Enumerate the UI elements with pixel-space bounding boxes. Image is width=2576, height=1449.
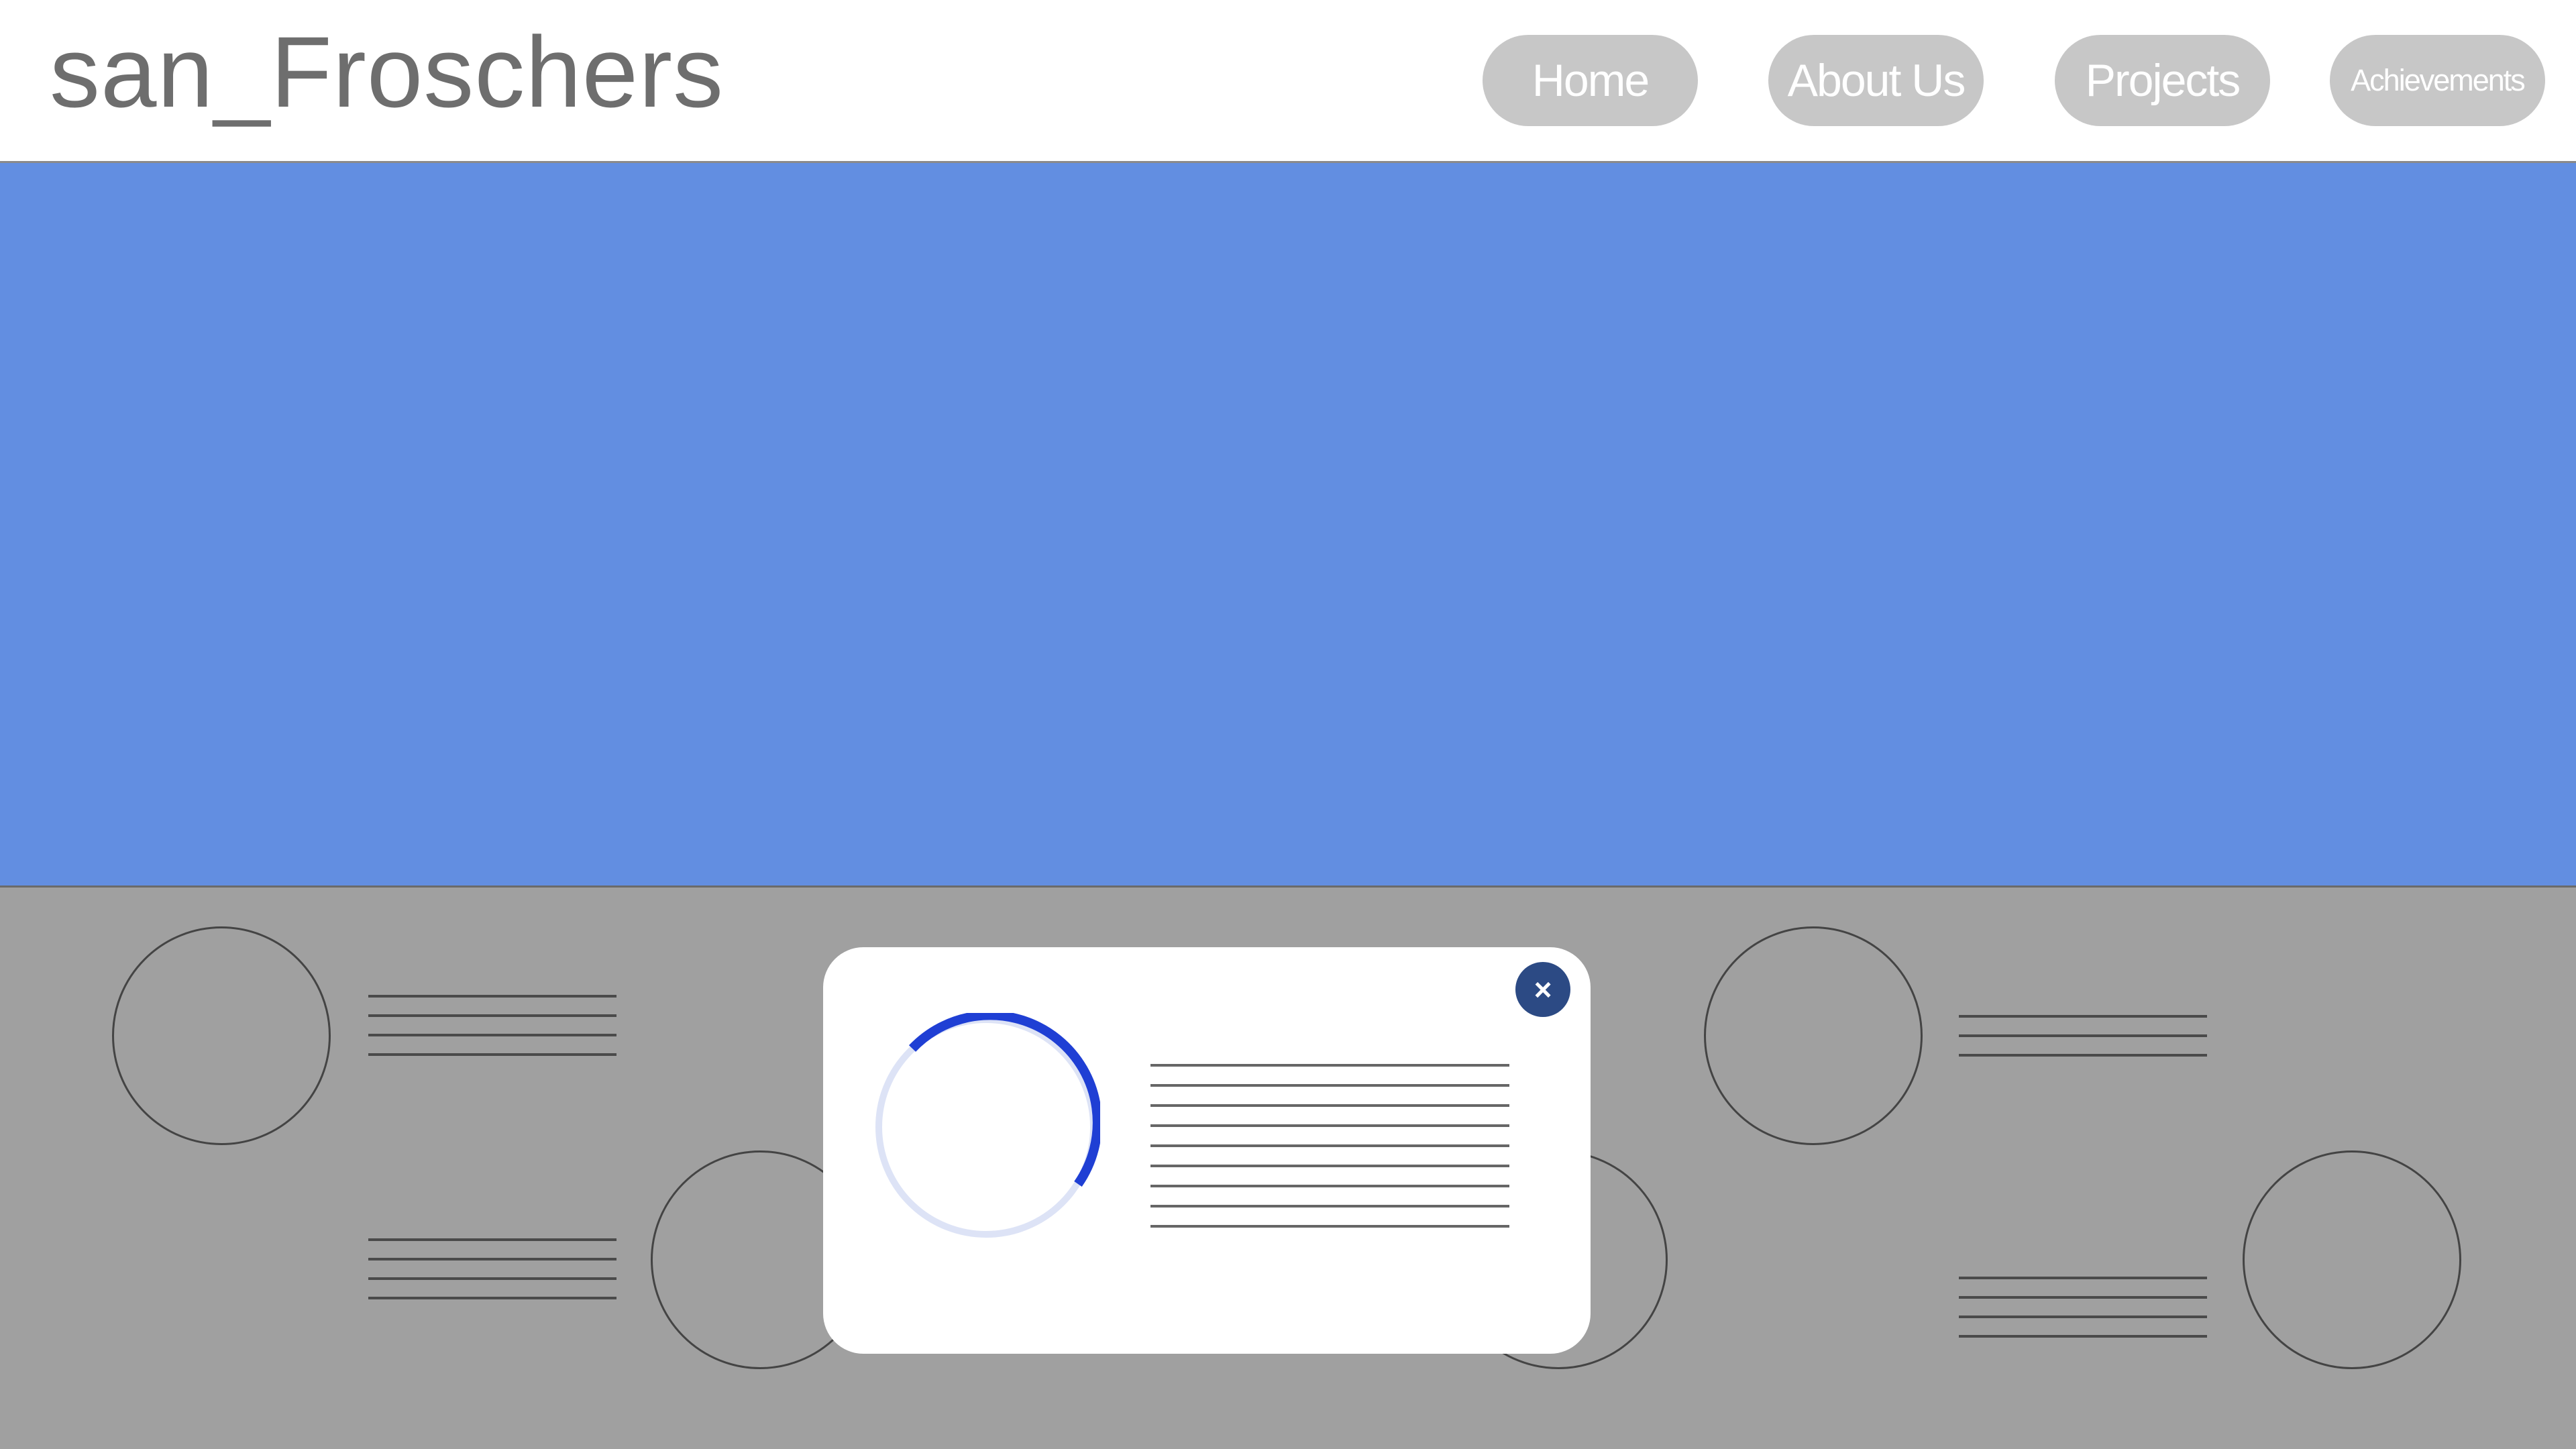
header: san_Froschers Home About Us Projects Ach… — [0, 0, 2576, 163]
spinner-arc — [908, 1013, 1100, 1187]
nav-projects-button[interactable]: Projects — [2055, 35, 2270, 126]
loading-modal: × — [823, 947, 1591, 1354]
card-text-placeholder — [1959, 1015, 2207, 1073]
nav-home-button[interactable]: Home — [1483, 35, 1698, 126]
page: san_Froschers Home About Us Projects Ach… — [0, 0, 2576, 1449]
close-button[interactable]: × — [1515, 962, 1570, 1017]
nav-about-us-button[interactable]: About Us — [1768, 35, 1984, 126]
card-text-placeholder — [368, 1238, 616, 1316]
brand-title: san_Froschers — [50, 15, 724, 128]
card-text-placeholder — [1959, 1277, 2207, 1354]
hero-banner — [0, 163, 2576, 888]
nav-achievements-button[interactable]: Achievements — [2330, 35, 2545, 126]
close-icon: × — [1534, 972, 1552, 1007]
spinner-icon — [875, 1013, 1100, 1238]
card-image-placeholder — [1704, 926, 1923, 1145]
card-text-placeholder — [368, 995, 616, 1073]
modal-text-placeholder — [1150, 1064, 1509, 1245]
card-image-placeholder — [2243, 1150, 2461, 1369]
spinner-track — [875, 1016, 1097, 1238]
card-image-placeholder — [112, 926, 331, 1145]
